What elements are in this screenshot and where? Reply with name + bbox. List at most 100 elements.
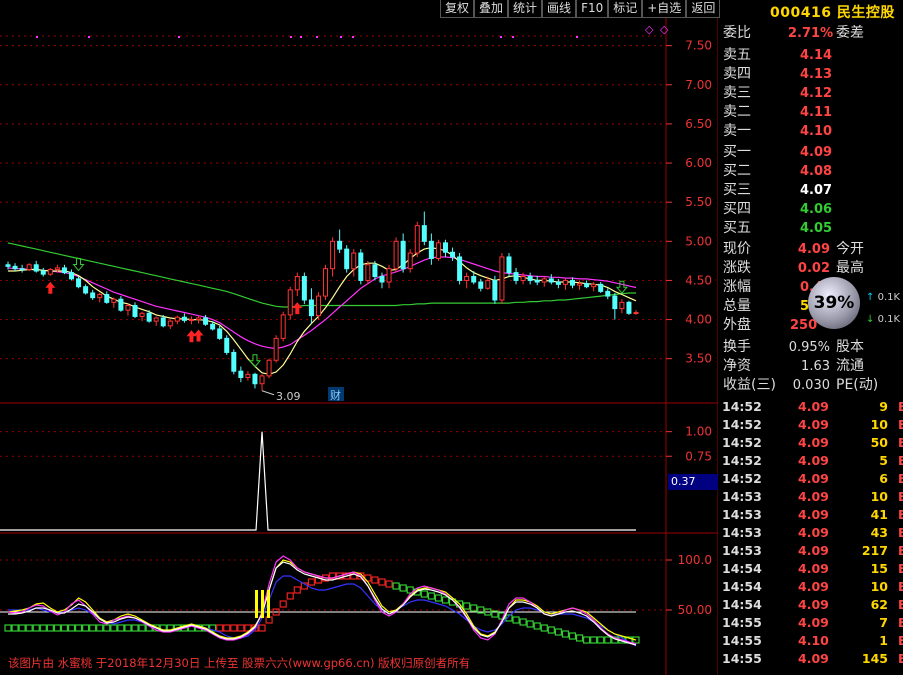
tick-flag: B [898, 453, 903, 468]
sell-level-3[interactable]: 卖三 4.12 [718, 84, 903, 103]
tick-volume: 7 [879, 615, 888, 630]
tick-flag: B [898, 597, 903, 612]
toolbar-fuquan-button[interactable]: 复权 [440, 0, 475, 18]
tick-flag: B [898, 615, 903, 630]
tick-row[interactable]: 14:55 4.10 1 B [718, 632, 903, 650]
candle-body [351, 252, 357, 270]
sub2-ladder-mark [427, 592, 435, 600]
diamond-marker: ◇ [660, 23, 669, 36]
tick-row[interactable]: 14:52 4.09 10 B [718, 416, 903, 434]
tick-row[interactable]: 14:53 4.09 10 B [718, 488, 903, 506]
axis-label-main: 6.50 [685, 117, 712, 131]
sell-arrow-icon [248, 354, 262, 368]
toolbar-huaxian-button[interactable]: 画线 [542, 0, 577, 18]
tick-time: 14:55 [722, 633, 762, 648]
sub2-ladder-mark [110, 624, 118, 632]
tick-row[interactable]: 14:53 4.09 43 B [718, 524, 903, 542]
tick-flag: B [898, 435, 903, 450]
signal-dot [178, 36, 180, 38]
toolbar-zixuan-button[interactable]: +自选 [642, 0, 687, 18]
candle-body [104, 294, 110, 303]
tick-row[interactable]: 14:52 4.09 5 B [718, 452, 903, 470]
axis-label-main: 7.50 [685, 39, 712, 53]
axis-label-sub1: 0.75 [685, 449, 712, 463]
buy-level-3[interactable]: 买三 4.07 [718, 181, 903, 200]
candle-body [259, 375, 265, 385]
toolbar-tongji-button[interactable]: 统计 [508, 0, 543, 18]
candle-body [442, 242, 448, 253]
tick-row[interactable]: 14:54 4.09 10 B [718, 578, 903, 596]
sub2-ladder-mark [286, 592, 294, 600]
kline-chart[interactable]: 7.50 7.00 6.50 6.00 5.50 5.00 4.50 4.00 3.50 ◇ ◇ 3.… [0, 0, 718, 675]
signal-dot [88, 36, 90, 38]
sub2-ladder-mark [18, 624, 26, 632]
buy-level-1[interactable]: 买一 4.09 [718, 143, 903, 162]
tick-row[interactable]: 14:55 4.09 145 B [718, 650, 903, 668]
sell-level-2[interactable]: 卖四 4.13 [718, 65, 903, 84]
sub2-ladder-mark [597, 636, 605, 644]
tick-flag: B [898, 651, 903, 666]
candle-body [598, 283, 604, 292]
tick-row[interactable]: 14:52 4.09 9 B [718, 398, 903, 416]
signal-dot [316, 36, 318, 38]
sub2-ladder-mark [258, 624, 266, 632]
axis-label-main: 5.50 [685, 195, 712, 209]
candle-body [379, 276, 385, 283]
tick-row[interactable]: 14:53 4.09 217 B [718, 542, 903, 560]
sub2-signal-bar [255, 590, 258, 618]
sub2-ladder-mark [547, 626, 555, 634]
zongliang-label: 总量 [723, 298, 751, 314]
toolbar-biaoji-button[interactable]: 标记 [608, 0, 643, 18]
candle-body [569, 279, 575, 286]
tick-price: 4.09 [798, 435, 829, 450]
candle-body [358, 252, 364, 281]
tick-volume: 1 [879, 633, 888, 648]
tick-volume: 217 [861, 543, 888, 558]
candle-body [33, 264, 39, 272]
tick-flag: B [898, 543, 903, 558]
toolbar-f10-button[interactable]: F10 [576, 0, 609, 18]
sub2-ladder-mark [293, 586, 301, 594]
tick-row[interactable]: 14:55 4.09 7 B [718, 614, 903, 632]
sell-level-1[interactable]: 卖五 4.14 [718, 46, 903, 65]
tick-price: 4.09 [798, 615, 829, 630]
buy-level-5[interactable]: 买五 4.05 [718, 219, 903, 238]
percent-badge[interactable]: 39% [808, 277, 860, 329]
candle-body [40, 270, 46, 275]
tick-time: 14:53 [722, 507, 762, 522]
sub2-ladder-mark [512, 616, 520, 624]
toolbar-fanhui-button[interactable]: 返回 [686, 0, 721, 18]
toolbar: 复权 叠加 统计 画线 F10 标记 +自选 返回 [440, 0, 721, 18]
sub2-ladder-mark [420, 590, 428, 598]
stock-code: 000416 [770, 5, 832, 21]
tick-time: 14:52 [722, 417, 762, 432]
sell-level-5[interactable]: 卖一 4.10 [718, 122, 903, 141]
cai-label: 财 [330, 388, 341, 402]
zhangdie-value: 0.02 [797, 261, 830, 276]
tick-row[interactable]: 14:53 4.09 41 B [718, 506, 903, 524]
tick-flag: B [898, 489, 903, 504]
sell-arrow-icon [72, 258, 85, 272]
buy-level-4[interactable]: 买四 4.06 [718, 200, 903, 219]
candle-body [428, 240, 434, 260]
weibi-label: 委比 [723, 25, 751, 41]
sub2-ladder-mark [103, 624, 111, 632]
candle-body [365, 264, 371, 281]
candle-body [139, 312, 145, 317]
candle-body [584, 283, 590, 288]
tick-row[interactable]: 14:54 4.09 15 B [718, 560, 903, 578]
tick-flag: B [898, 561, 903, 576]
tick-price: 4.09 [798, 561, 829, 576]
tick-row[interactable]: 14:54 4.09 62 B [718, 596, 903, 614]
buy-level-2[interactable]: 买二 4.08 [718, 162, 903, 181]
toolbar-diejia-button[interactable]: 叠加 [474, 0, 509, 18]
tick-time: 14:52 [722, 399, 762, 414]
candle-body [12, 265, 18, 270]
tick-volume: 10 [870, 489, 888, 504]
sell-level-4[interactable]: 卖二 4.11 [718, 103, 903, 122]
tick-flag: B [898, 633, 903, 648]
watermark: 该图片由 水蜜桃 于2018年12月30日 上传至 股票六六(www.gp66.… [8, 656, 471, 670]
tick-row[interactable]: 14:52 4.09 6 B [718, 470, 903, 488]
tick-time: 14:54 [722, 579, 762, 594]
tick-row[interactable]: 14:52 4.09 50 B [718, 434, 903, 452]
